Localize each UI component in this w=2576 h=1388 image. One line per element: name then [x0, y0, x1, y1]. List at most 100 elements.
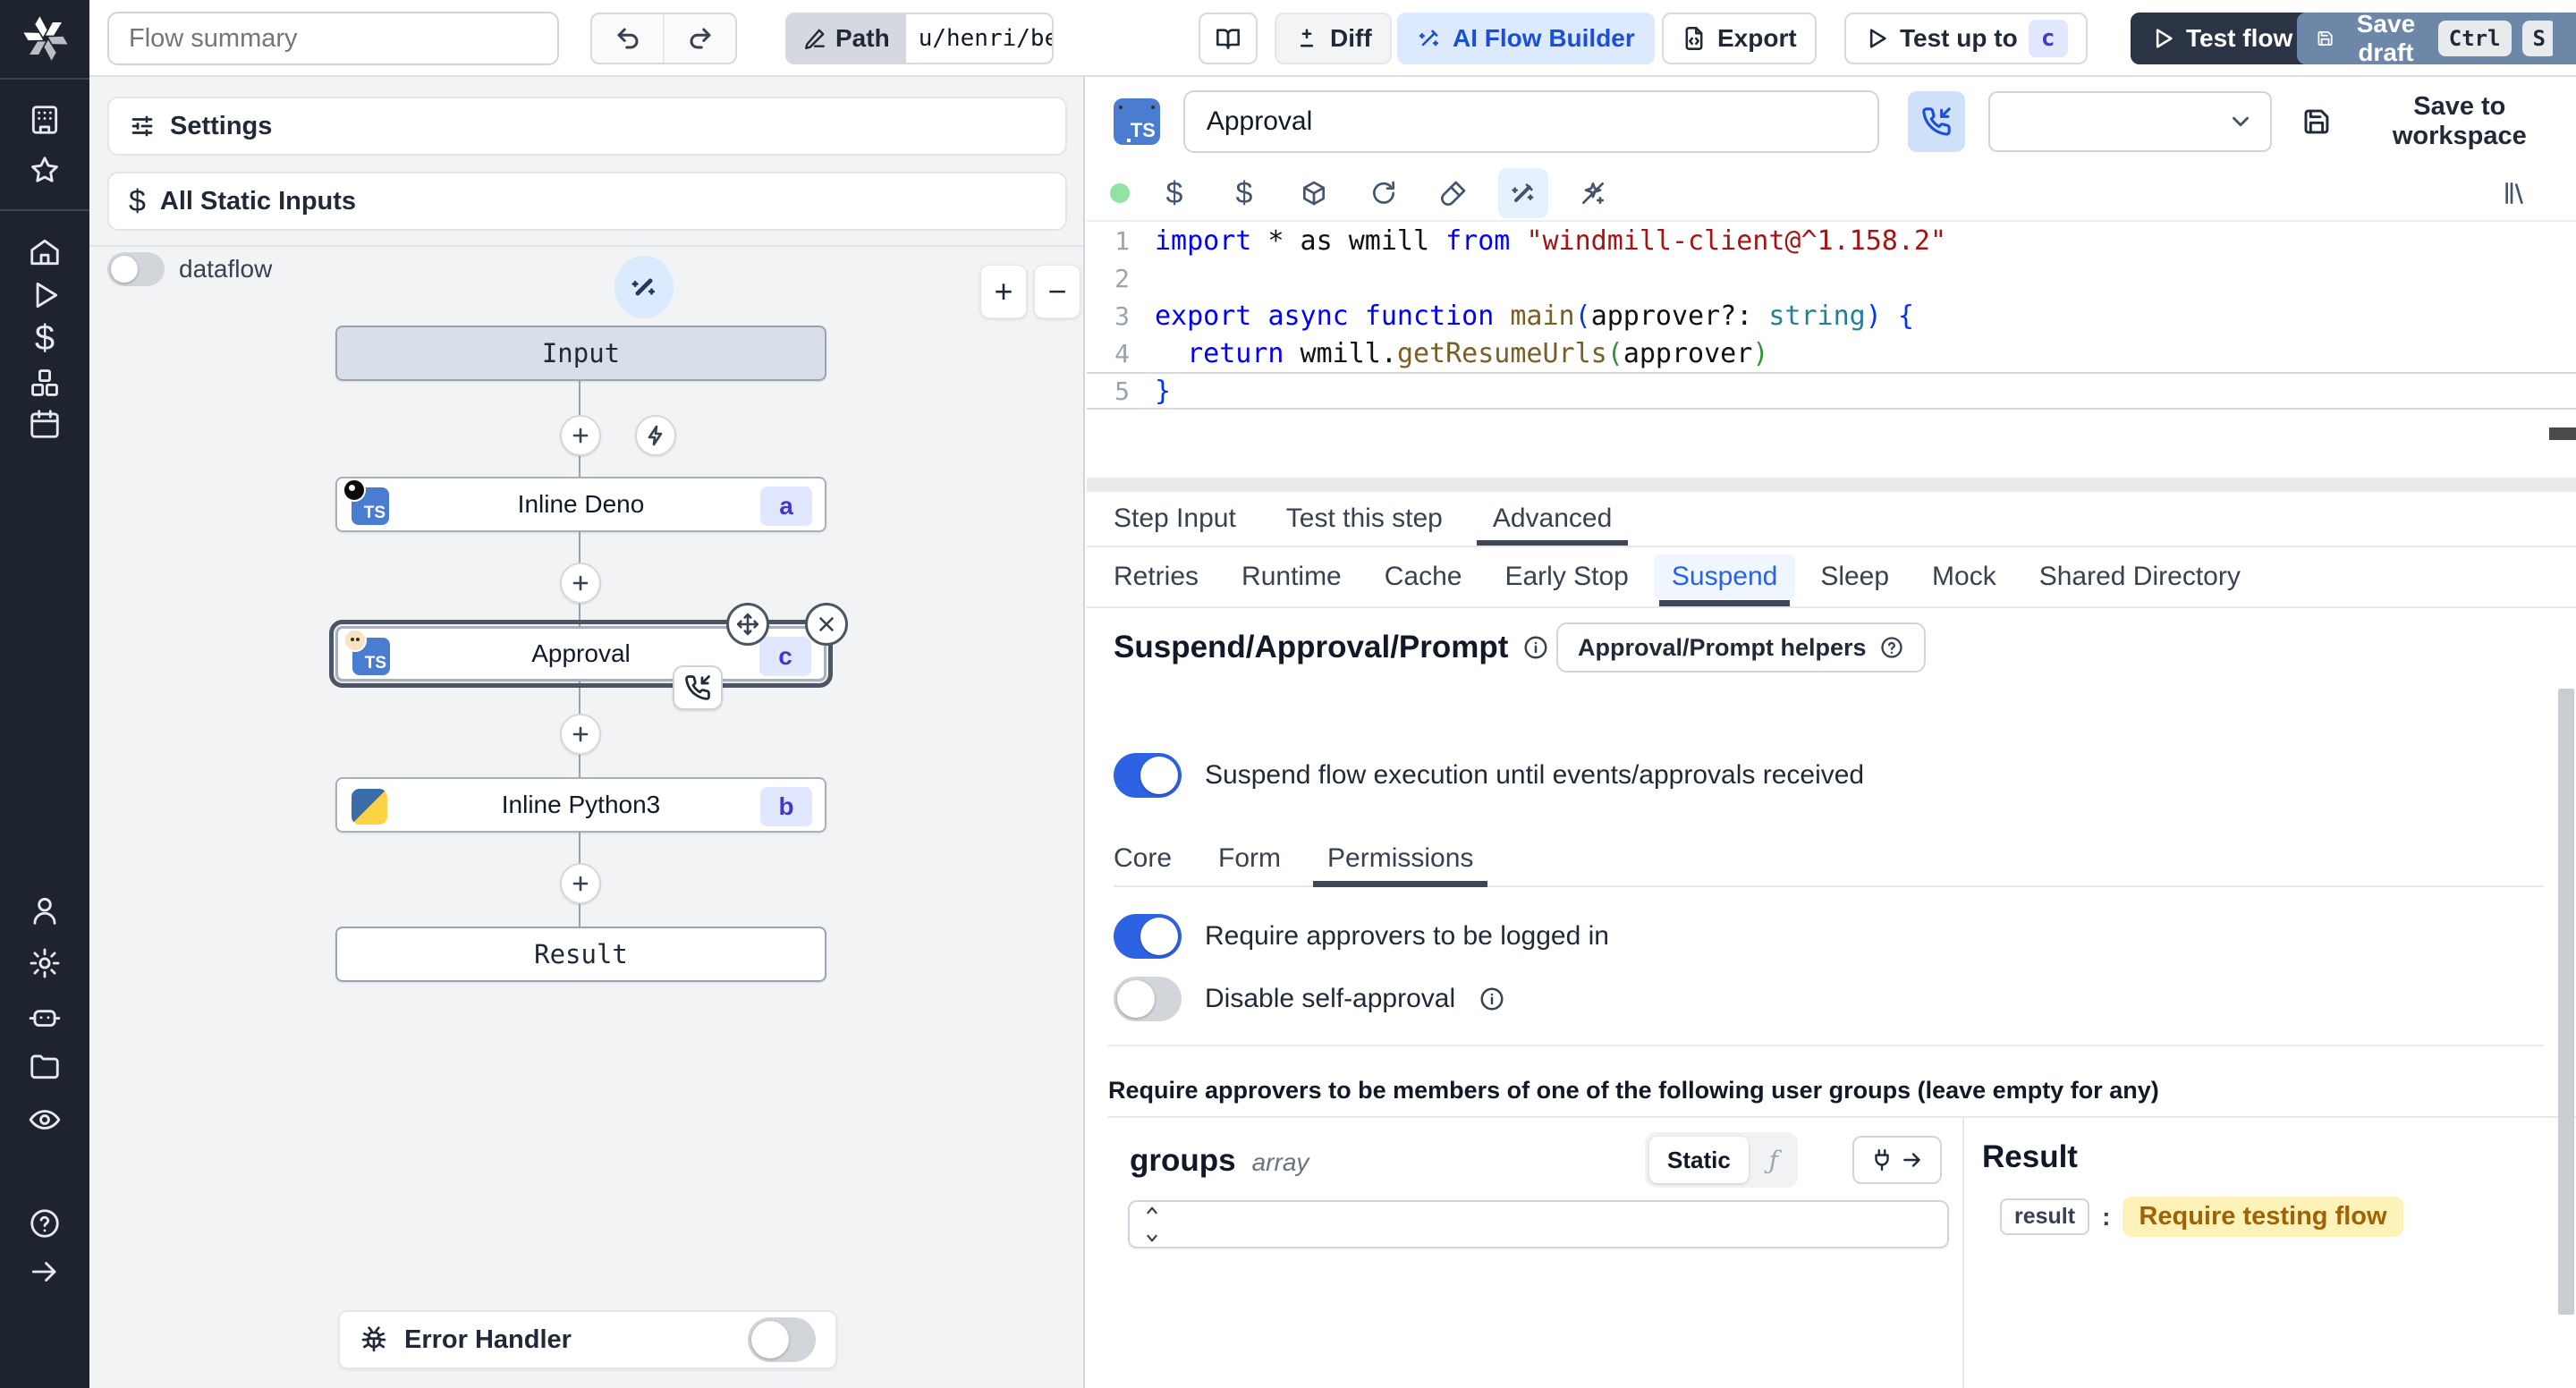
- javascript-mode-button[interactable]: ƒ: [1754, 1137, 1793, 1183]
- tab-sleep[interactable]: Sleep: [1820, 547, 1889, 606]
- resource-picker-button[interactable]: $: [1219, 168, 1269, 218]
- groups-array-input[interactable]: [1128, 1200, 1949, 1248]
- ai-disable-button[interactable]: [1568, 168, 1618, 218]
- tab-suspend[interactable]: Suspend: [1653, 547, 1796, 606]
- tab-mock[interactable]: Mock: [1932, 547, 1996, 606]
- flow-settings-button[interactable]: Settings: [107, 97, 1067, 156]
- save-to-workspace-button[interactable]: Save to workspace: [2302, 92, 2576, 151]
- workspace-icon[interactable]: [0, 98, 89, 141]
- editor-scrollbar-thumb[interactable]: [2549, 427, 2576, 440]
- move-step-button[interactable]: [726, 603, 769, 646]
- delete-step-button[interactable]: [805, 603, 848, 646]
- code-editor[interactable]: 1 import * as wmill from "windmill-client…: [1087, 220, 2576, 478]
- info-icon[interactable]: [1522, 634, 1549, 661]
- connect-input-button[interactable]: [1852, 1136, 1942, 1184]
- script-version-select[interactable]: [1987, 91, 2272, 152]
- code-line-1[interactable]: 1 import * as wmill from "windmill-client…: [1087, 222, 2576, 259]
- flow-node-input[interactable]: Input: [335, 326, 826, 381]
- save-draft-button[interactable]: Save draft Ctrl S: [2297, 10, 2576, 66]
- resources-icon[interactable]: [0, 361, 89, 404]
- error-handler-label: Error Handler: [404, 1325, 572, 1354]
- tab-advanced[interactable]: Advanced: [1476, 492, 1629, 546]
- step-name-input[interactable]: [1182, 90, 1879, 153]
- tab-core[interactable]: Core: [1114, 832, 1172, 885]
- ai-generate-button[interactable]: [1498, 168, 1548, 218]
- undo-button[interactable]: [592, 14, 663, 63]
- tab-early-stop[interactable]: Early Stop: [1504, 547, 1628, 606]
- path-control[interactable]: Path u/henri/bes: [785, 13, 1054, 64]
- collapse-sidebar-icon[interactable]: [0, 1250, 89, 1293]
- schedules-icon[interactable]: [0, 402, 89, 445]
- flow-node-result[interactable]: Result: [335, 927, 826, 982]
- zoom-in-button[interactable]: +: [980, 265, 1027, 318]
- insert-step-button[interactable]: [560, 714, 601, 755]
- audit-logs-icon[interactable]: [0, 1098, 89, 1141]
- tab-cache[interactable]: Cache: [1385, 547, 1462, 606]
- variables-icon[interactable]: $: [0, 317, 89, 360]
- ai-flow-builder-button[interactable]: AI Flow Builder: [1397, 13, 1655, 64]
- tab-runtime[interactable]: Runtime: [1241, 547, 1342, 606]
- collapse-expand-icon[interactable]: [1142, 1205, 1162, 1244]
- help-icon[interactable]: [0, 1202, 89, 1245]
- disable-self-approval-toggle[interactable]: [1114, 977, 1182, 1021]
- redo-button[interactable]: [663, 14, 735, 63]
- home-icon[interactable]: [0, 231, 89, 274]
- docs-button[interactable]: [1199, 13, 1258, 64]
- tab-permissions[interactable]: Permissions: [1312, 832, 1488, 887]
- result-value[interactable]: Require testing flow: [2123, 1197, 2403, 1237]
- all-static-inputs-button[interactable]: $ All Static Inputs: [107, 172, 1067, 231]
- approval-step-indicator[interactable]: [673, 665, 723, 710]
- favorites-icon[interactable]: [0, 149, 89, 192]
- tab-shared-directory[interactable]: Shared Directory: [2039, 547, 2241, 606]
- package-button[interactable]: [1289, 168, 1339, 218]
- error-handler-toggle[interactable]: [748, 1317, 816, 1362]
- groups-field-type: array: [1251, 1148, 1309, 1176]
- deploy-button-partial[interactable]: [2553, 13, 2576, 64]
- diff-button[interactable]: Diff: [1275, 13, 1392, 64]
- insert-step-button[interactable]: [560, 415, 601, 456]
- add-trigger-button[interactable]: [635, 415, 676, 456]
- error-handler-row[interactable]: Error Handler: [338, 1310, 837, 1369]
- require-login-toggle[interactable]: [1114, 914, 1182, 959]
- panel-scrollbar-thumb[interactable]: [2558, 689, 2574, 1315]
- code-line-5[interactable]: 5}: [1087, 372, 2576, 410]
- zoom-out-button[interactable]: −: [1034, 265, 1080, 318]
- suspend-toggle-label: Suspend flow execution until events/appr…: [1205, 760, 1865, 790]
- ai-builder-fab[interactable]: [614, 256, 674, 318]
- suspend-flow-toggle[interactable]: [1114, 753, 1182, 798]
- workers-icon[interactable]: [0, 995, 89, 1038]
- code-line-3[interactable]: 3 export async function main(approver?: s…: [1087, 297, 2576, 334]
- approval-mode-button[interactable]: [1907, 91, 1965, 152]
- flow-node-python[interactable]: Inline Python3 b: [335, 777, 826, 833]
- tab-form[interactable]: Form: [1218, 832, 1281, 885]
- flow-node-deno[interactable]: TS Inline Deno a: [335, 477, 826, 532]
- step-tabs: Step Input Test this step Advanced: [1087, 492, 2576, 547]
- code-line-4[interactable]: 4 return wmill. getResumeUrls(approver): [1087, 334, 2576, 372]
- flow-summary-input[interactable]: [107, 12, 559, 65]
- path-edit-button[interactable]: Path: [787, 14, 906, 63]
- reload-button[interactable]: [1359, 168, 1409, 218]
- result-key-chip[interactable]: result: [2000, 1198, 2090, 1235]
- export-button[interactable]: Export: [1662, 13, 1817, 64]
- groups-field-name: groups: [1130, 1143, 1236, 1178]
- folders-icon[interactable]: [0, 1045, 89, 1088]
- library-button[interactable]: [2490, 168, 2540, 218]
- result-colon: :: [2102, 1202, 2111, 1231]
- dataflow-toggle[interactable]: [107, 252, 165, 286]
- insert-step-button[interactable]: [560, 863, 601, 904]
- runs-icon[interactable]: [0, 274, 89, 317]
- approval-prompt-helpers-button[interactable]: Approval/Prompt helpers: [1556, 622, 1926, 673]
- variable-picker-button[interactable]: $: [1149, 168, 1199, 218]
- tab-step-input[interactable]: Step Input: [1114, 492, 1236, 546]
- code-line-2[interactable]: 2: [1087, 259, 2576, 297]
- test-flow-button[interactable]: Test flow: [2131, 13, 2313, 64]
- static-mode-button[interactable]: Static: [1649, 1137, 1749, 1183]
- tab-retries[interactable]: Retries: [1114, 547, 1199, 606]
- test-up-to-button[interactable]: Test up to c: [1844, 13, 2088, 64]
- format-button[interactable]: [1428, 168, 1479, 218]
- info-icon[interactable]: [1479, 986, 1505, 1012]
- tab-test-this-step[interactable]: Test this step: [1286, 492, 1443, 546]
- users-icon[interactable]: [0, 889, 89, 932]
- settings-gear-icon[interactable]: [0, 942, 89, 985]
- insert-step-button[interactable]: [560, 563, 601, 604]
